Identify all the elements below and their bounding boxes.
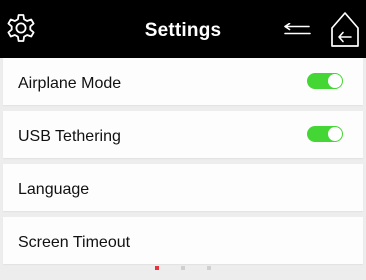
settings-row-airplane-mode[interactable]: Airplane Mode	[3, 58, 363, 105]
settings-row-screen-timeout[interactable]: Screen Timeout	[3, 217, 363, 264]
page-dot[interactable]	[181, 266, 185, 270]
home-icon[interactable]	[330, 11, 360, 47]
toggle-knob	[328, 74, 342, 88]
toggle-knob	[328, 127, 342, 141]
header-bar: Settings	[0, 0, 366, 58]
settings-row-usb-tethering[interactable]: USB Tethering	[3, 111, 363, 158]
page-dot[interactable]	[207, 266, 211, 270]
settings-row-label: Screen Timeout	[18, 234, 131, 251]
settings-list: Airplane Mode USB Tethering Language Scr…	[3, 58, 363, 270]
back-arrow-icon[interactable]	[280, 23, 312, 39]
page-indicator	[0, 266, 366, 270]
settings-row-label: USB Tethering	[18, 128, 121, 145]
settings-row-language[interactable]: Language	[3, 164, 363, 211]
page-dot-active[interactable]	[155, 266, 159, 270]
airplane-mode-toggle[interactable]	[307, 73, 343, 89]
settings-row-label: Airplane Mode	[18, 75, 122, 92]
settings-row-label: Language	[18, 181, 90, 198]
usb-tethering-toggle[interactable]	[307, 126, 343, 142]
